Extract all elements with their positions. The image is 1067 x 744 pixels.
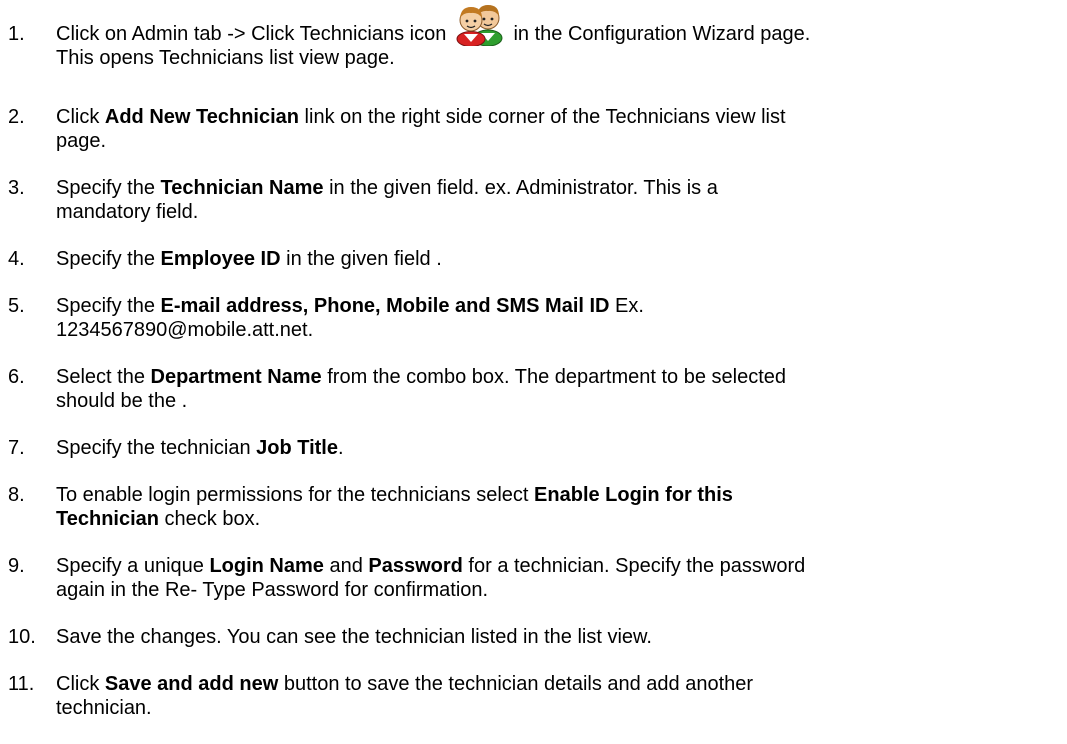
step-number: 3. bbox=[8, 177, 25, 199]
step-text: Click Add New Technician link on the rig… bbox=[56, 106, 786, 152]
step-number: 1. bbox=[8, 23, 25, 45]
step-text: Click Save and add new button to save th… bbox=[56, 673, 754, 719]
step-text: Specify the Employee ID in the given fie… bbox=[56, 248, 442, 270]
step-number: 2. bbox=[8, 106, 25, 128]
step-number: 6. bbox=[8, 366, 25, 388]
step-number: 10. bbox=[8, 626, 36, 648]
step-number: 4. bbox=[8, 248, 25, 270]
step-text: Specify the technician Job Title. bbox=[56, 437, 344, 459]
step-text: Select the Department Name from the comb… bbox=[56, 366, 787, 412]
step-text: To enable login permissions for the tech… bbox=[56, 484, 733, 530]
step-text: Click on Admin tab -> Click Technicians … bbox=[56, 5, 1056, 70]
step-text: Save the changes. You can see the techni… bbox=[56, 626, 652, 648]
step-number: 9. bbox=[8, 555, 25, 577]
step-number: 11. bbox=[8, 673, 35, 695]
step-text: Specify the E-mail address, Phone, Mobil… bbox=[56, 295, 644, 341]
step-number: 8. bbox=[8, 484, 25, 506]
step-text: Specify a unique Login Name and Password… bbox=[56, 555, 806, 601]
step-text: Specify the Technician Name in the given… bbox=[56, 177, 718, 223]
technicians-icon bbox=[454, 5, 506, 46]
step-number: 5. bbox=[8, 295, 25, 317]
step-number: 7. bbox=[8, 437, 25, 459]
